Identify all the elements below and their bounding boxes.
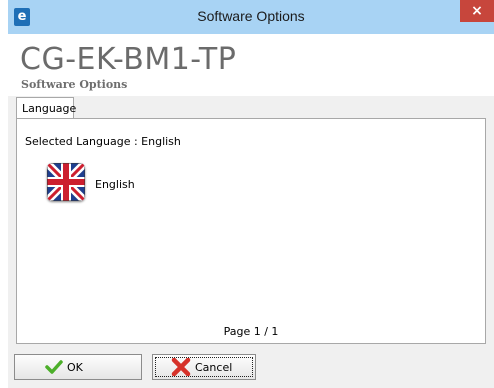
language-panel: Selected Language : English English Page… [16,118,486,344]
page-indicator: Page 1 / 1 [223,325,279,338]
uk-flag-icon [47,163,85,201]
cancel-label: Cancel [195,361,233,374]
header-subtitle: Software Options [21,78,128,91]
cancel-button[interactable]: Cancel [152,354,256,380]
header: CG-EK-BM1-TP Software Options [8,34,494,96]
software-options-dialog: e Software Options × CG-EK-BM1-TP Softwa… [8,0,494,388]
ok-label: OK [67,361,83,374]
language-item-english[interactable]: English [47,163,167,205]
product-name: CG-EK-BM1-TP [20,42,237,77]
selected-language-label: Selected Language : English [25,135,181,148]
ok-button[interactable]: OK [14,354,142,380]
language-label-english: English [95,178,135,191]
close-button[interactable]: × [460,0,494,22]
x-icon [171,358,191,376]
button-bar: OK Cancel [8,346,494,388]
window-title: Software Options [197,8,305,24]
title-bar[interactable]: e Software Options × [8,0,494,34]
check-icon [45,360,63,374]
tab-language[interactable]: Language [16,97,76,119]
